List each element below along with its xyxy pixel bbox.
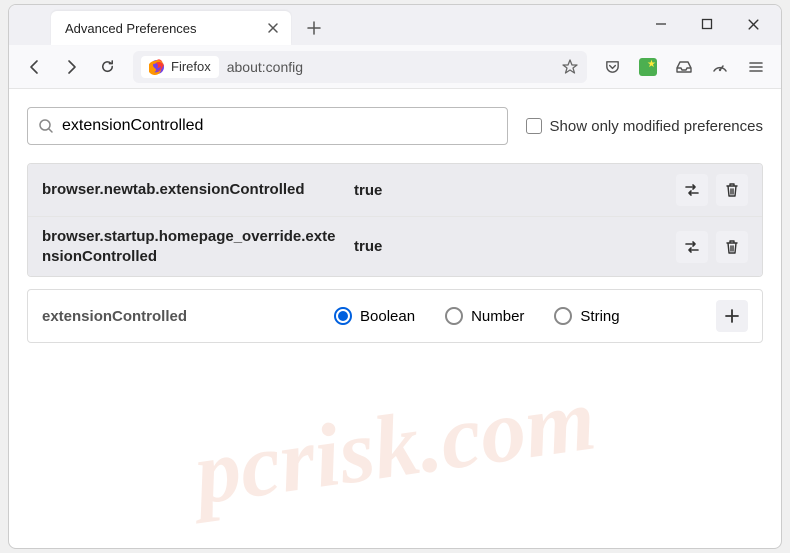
back-button[interactable] — [19, 51, 51, 83]
add-button[interactable] — [716, 300, 748, 332]
pref-row: browser.newtab.extensionControlled true — [28, 164, 762, 217]
toolbar: Firefox about:config — [9, 45, 781, 89]
content-area: Show only modified preferences browser.n… — [9, 89, 781, 548]
pref-actions — [676, 174, 748, 206]
inbox-icon[interactable] — [669, 52, 699, 82]
maximize-button[interactable] — [685, 9, 729, 39]
pref-row: browser.startup.homepage_override.extens… — [28, 217, 762, 276]
radio-label: String — [580, 308, 619, 325]
radio-icon[interactable] — [334, 307, 352, 325]
prefs-table: browser.newtab.extensionControlled true … — [27, 163, 763, 277]
url-bar[interactable]: Firefox about:config — [133, 51, 587, 83]
radio-boolean[interactable]: Boolean — [334, 307, 415, 325]
toolbar-icons — [597, 52, 771, 82]
type-radio-group: Boolean Number String — [334, 307, 704, 325]
url-identity-label: Firefox — [171, 59, 211, 74]
search-input[interactable] — [62, 117, 497, 135]
close-window-button[interactable] — [731, 9, 775, 39]
search-box[interactable] — [27, 107, 508, 145]
radio-label: Number — [471, 308, 524, 325]
radio-string[interactable]: String — [554, 307, 619, 325]
bookmark-star-icon[interactable] — [561, 58, 579, 76]
toggle-button[interactable] — [676, 174, 708, 206]
radio-icon[interactable] — [445, 307, 463, 325]
url-text: about:config — [227, 59, 553, 75]
pref-actions — [676, 231, 748, 263]
toggle-button[interactable] — [676, 231, 708, 263]
radio-icon[interactable] — [554, 307, 572, 325]
delete-button[interactable] — [716, 174, 748, 206]
tab-close-icon[interactable] — [265, 20, 281, 36]
minimize-button[interactable] — [639, 9, 683, 39]
checkbox-icon[interactable] — [526, 118, 542, 134]
gauge-icon[interactable] — [705, 52, 735, 82]
watermark: pcrisk.com — [189, 367, 602, 525]
radio-number[interactable]: Number — [445, 307, 524, 325]
checkbox-label: Show only modified preferences — [550, 118, 763, 135]
reload-button[interactable] — [91, 51, 123, 83]
menu-icon[interactable] — [741, 52, 771, 82]
delete-button[interactable] — [716, 231, 748, 263]
new-tab-button[interactable] — [299, 13, 329, 43]
radio-label: Boolean — [360, 308, 415, 325]
tab-advanced-preferences[interactable]: Advanced Preferences — [51, 11, 291, 45]
add-pref-name: extensionControlled — [42, 308, 322, 325]
tab-title: Advanced Preferences — [65, 21, 255, 36]
browser-window: Advanced Preferences — [8, 4, 782, 549]
pref-name: browser.startup.homepage_override.extens… — [42, 227, 342, 266]
extension-icon[interactable] — [633, 52, 663, 82]
pref-value: true — [354, 238, 664, 255]
window-controls — [639, 9, 775, 39]
search-row: Show only modified preferences — [27, 107, 763, 145]
add-pref-row: extensionControlled Boolean Number Strin… — [27, 289, 763, 343]
pref-value: true — [354, 182, 664, 199]
tab-bar: Advanced Preferences — [9, 5, 781, 45]
forward-button[interactable] — [55, 51, 87, 83]
firefox-icon — [149, 59, 165, 75]
pocket-icon[interactable] — [597, 52, 627, 82]
pref-name: browser.newtab.extensionControlled — [42, 180, 342, 200]
show-modified-checkbox[interactable]: Show only modified preferences — [526, 118, 763, 135]
search-icon — [38, 118, 54, 134]
url-identity[interactable]: Firefox — [141, 56, 219, 78]
